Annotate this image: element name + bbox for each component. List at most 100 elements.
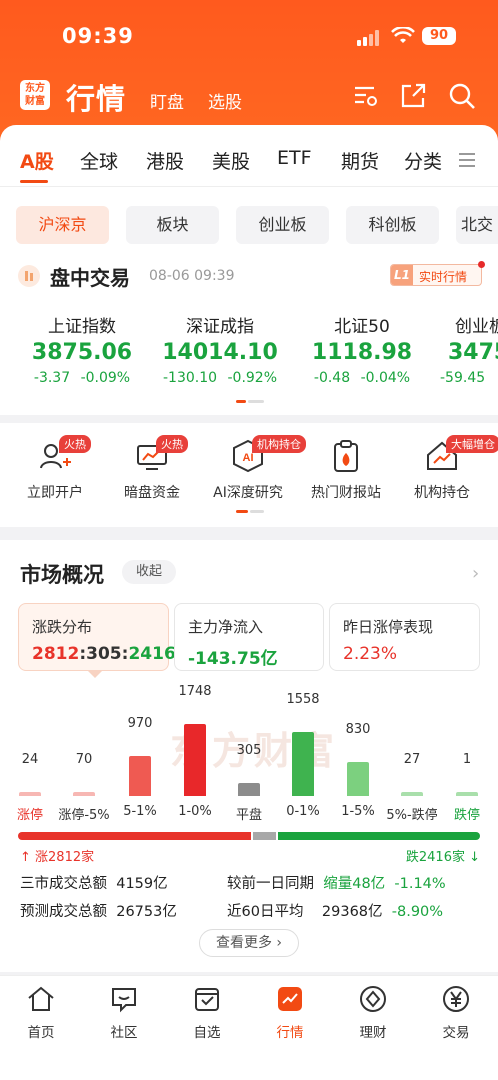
quick-earnings[interactable]: 热门财报站: [301, 438, 391, 508]
compare-value: 缩量48亿: [323, 876, 386, 892]
hot-tag: 火热: [59, 435, 91, 453]
tab-etf[interactable]: ETF: [277, 147, 312, 169]
turnover-stats: 三市成交总额 4159亿 预测成交总额 26753亿: [20, 872, 177, 921]
quick-label: AI深度研究: [213, 485, 283, 501]
bar-category-label: 1-0%: [178, 804, 212, 819]
bar-category-label: 1-5%: [341, 804, 375, 819]
nav-watchlist[interactable]: 自选: [177, 984, 237, 1041]
quick-ai-research[interactable]: AI 机构持仓 AI深度研究: [203, 435, 306, 508]
card-title: 昨日涨停表现: [343, 618, 434, 636]
bar-value-label: 830: [345, 722, 371, 737]
increase-tag: 大幅增仓: [446, 435, 498, 453]
logo-text-1: 东方: [25, 83, 45, 94]
watch-link[interactable]: 盯盘: [150, 88, 184, 113]
index-sz[interactable]: 深证成指 14014.10 -130.10 -0.92%: [145, 312, 295, 392]
yen-icon: [443, 986, 469, 1012]
tab-global[interactable]: 全球: [80, 147, 118, 174]
svg-text:AI: AI: [243, 452, 254, 464]
index-change: -3.37 -0.09%: [33, 370, 131, 386]
distribution-bar: [184, 724, 206, 796]
distribution-bar: [401, 792, 423, 796]
checkbox-icon: [195, 988, 219, 1011]
nav-community[interactable]: 社区: [94, 984, 154, 1041]
card-advance-decline[interactable]: 涨跌分布 2812:305:2416: [18, 603, 176, 671]
bar-category-label: 涨停: [16, 808, 43, 823]
tab-us[interactable]: 美股: [212, 147, 250, 174]
realtime-badge[interactable]: L1 实时行情: [390, 261, 485, 286]
tab-category[interactable]: 分类: [404, 147, 442, 174]
nav-market[interactable]: 行情: [260, 984, 320, 1041]
chip-hs-jing[interactable]: 沪深京: [16, 206, 109, 244]
bar-category-label: 跌停: [453, 808, 480, 823]
avg60-label: 近60日平均: [227, 904, 304, 920]
chip-star[interactable]: 科创板: [346, 206, 439, 244]
bar-category-label: 5%-跌停: [386, 808, 438, 823]
distribution-bar: [292, 732, 314, 796]
logo-text-2: 财富: [25, 96, 45, 107]
card-pointer: [87, 670, 103, 678]
app-logo: 东方 财富: [20, 80, 50, 110]
nav-label: 理财: [359, 1025, 387, 1041]
tab-hk[interactable]: 港股: [146, 147, 184, 174]
view-more-button[interactable]: 查看更多 ›: [199, 929, 299, 957]
share-icon[interactable]: [399, 82, 427, 110]
card-value: -143.75亿: [188, 649, 278, 669]
turnover-value: 4159亿: [116, 876, 168, 892]
distribution-bar: [129, 756, 151, 796]
index-sh[interactable]: 上证指数 3875.06 -3.37 -0.09%: [7, 312, 157, 392]
stock-picker-link[interactable]: 选股: [208, 88, 242, 113]
index-cyb[interactable]: 创业板 3475 -59.45: [438, 312, 498, 392]
index-value: 3475: [448, 340, 498, 365]
chat-icon: [112, 988, 136, 1013]
turnover-label: 三市成交总额: [20, 876, 107, 892]
index-value: 1118.98: [311, 340, 413, 365]
chip-sector[interactable]: 板块: [126, 206, 219, 244]
decline-count: 跌2416家 ↓: [405, 850, 480, 865]
chip-chinext[interactable]: 创业板: [236, 206, 329, 244]
l1-label: L1: [391, 265, 413, 285]
chip-bse[interactable]: 北交: [456, 206, 498, 244]
distribution-chart: 24 涨停 70 涨停-5% 970 5-1% 1748 1-0% 305 平盘 1558 0-1% 8…: [0, 684, 498, 823]
nav-trade[interactable]: 交易: [426, 984, 486, 1041]
nav-label: 交易: [442, 1025, 470, 1041]
search-icon[interactable]: [448, 82, 476, 110]
tab-futures[interactable]: 期货: [341, 147, 379, 174]
app-header: 东方 财富 行情 盯盘 选股: [0, 76, 498, 116]
status-time: 09:39: [62, 24, 134, 48]
index-name: 上证指数: [48, 317, 116, 337]
card-title: 涨跌分布: [32, 618, 93, 636]
realtime-label: 实时行情: [419, 270, 468, 284]
card-net-inflow[interactable]: 主力净流入 -143.75亿: [174, 603, 324, 671]
page-title: 行情: [66, 82, 127, 116]
collapse-button[interactable]: 收起: [122, 560, 176, 584]
index-bz50[interactable]: 北证50 1118.98 -0.48 -0.04%: [287, 312, 437, 392]
nav-wealth[interactable]: 理财: [343, 984, 403, 1041]
nav-home[interactable]: 首页: [11, 984, 71, 1041]
card-value: 2812:305:2416: [32, 644, 176, 664]
house-chart-icon: 大幅增仓: [424, 435, 498, 474]
wifi-icon: [391, 27, 415, 43]
quick-dark-pool[interactable]: 火热 暗盘资金: [107, 435, 197, 508]
chevron-right-icon[interactable]: ›: [472, 563, 479, 584]
divider: [0, 186, 498, 187]
tab-a-shares[interactable]: A股: [20, 147, 54, 174]
compare-pct: -1.14%: [394, 876, 446, 892]
avg60-value: 29368亿: [321, 904, 383, 920]
quick-institution[interactable]: 大幅增仓 机构持仓: [397, 435, 498, 508]
quick-open-account[interactable]: 火热 立即开户: [10, 435, 100, 508]
index-change: -130.10 -0.92%: [162, 370, 278, 386]
ratio-up-segment: [18, 832, 251, 840]
bar-value-label: 1558: [286, 692, 320, 707]
index-pager: [236, 400, 264, 403]
menu-icon[interactable]: [459, 153, 475, 171]
hot-tag: 火热: [156, 435, 188, 453]
monitor-icon: 火热: [134, 435, 188, 474]
sub-tabs: 沪深京 板块 创业板 科创板 北交: [0, 206, 498, 244]
index-name: 创业板: [455, 317, 498, 337]
quick-pager: [236, 510, 264, 513]
card-limit-up[interactable]: 昨日涨停表现 2.23%: [329, 603, 480, 671]
quick-label: 立即开户: [27, 485, 83, 501]
card-value: 2.23%: [343, 644, 398, 664]
settings-list-icon[interactable]: [352, 82, 380, 110]
nav-label: 行情: [276, 1025, 304, 1041]
